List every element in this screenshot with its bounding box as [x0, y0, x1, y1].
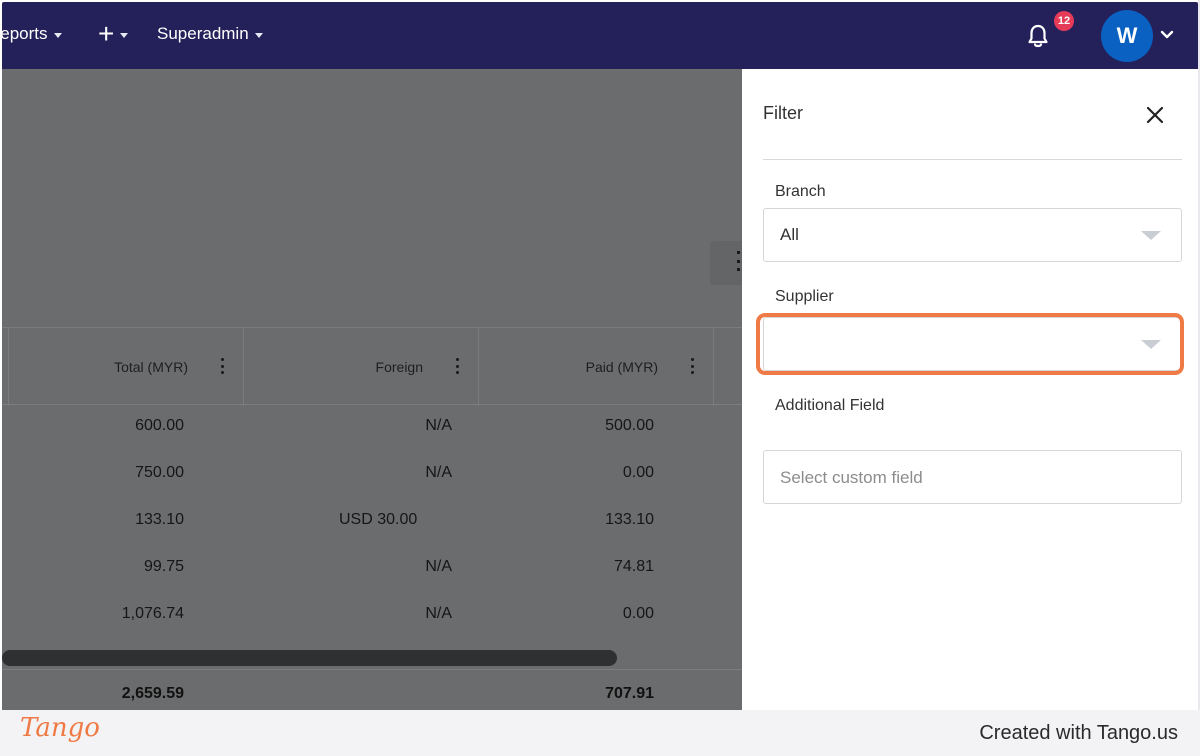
cell-total: 750.00: [135, 464, 184, 481]
top-navbar: Reports + Superadmin 12 W: [0, 2, 1198, 69]
cell-total: 1,076.74: [121, 605, 184, 622]
branch-label: Branch: [775, 183, 826, 200]
total-paid: 707.91: [605, 685, 654, 702]
nav-reports-label: Reports: [0, 24, 48, 43]
additional-field-placeholder: Select custom field: [780, 468, 923, 487]
more-vertical-icon: [737, 251, 741, 271]
created-with-text: Created with Tango.us: [979, 722, 1178, 744]
total-amount: 2,659.59: [121, 685, 184, 702]
table-header-row: Total (MYR) Foreign Paid (MYR): [2, 327, 742, 406]
cell-total: 600.00: [135, 417, 184, 434]
cell-foreign: N/A: [425, 464, 452, 481]
tango-highlight-box: [756, 313, 1184, 375]
toolbar-button-partial[interactable]: [710, 241, 742, 285]
avatar[interactable]: W: [1101, 10, 1153, 62]
plus-icon: +: [98, 18, 115, 49]
column-header-foreign-label: Foreign: [375, 359, 423, 375]
close-icon[interactable]: [1145, 105, 1165, 125]
cell-total: 133.10: [135, 511, 184, 528]
column-header-total[interactable]: Total (MYR): [8, 328, 188, 406]
cell-foreign: N/A: [425, 558, 452, 575]
chevron-down-icon[interactable]: [1160, 30, 1174, 40]
tango-logo: Tango: [20, 713, 100, 743]
notification-badge: 12: [1054, 11, 1074, 31]
column-header-foreign[interactable]: Foreign: [243, 328, 423, 406]
dropdown-arrow-icon: [1141, 231, 1161, 240]
nav-reports-menu[interactable]: Reports: [0, 24, 62, 44]
column-header-paid-label: Paid (MYR): [585, 359, 658, 375]
nav-superadmin-label: Superadmin: [157, 24, 249, 43]
column-header-total-label: Total (MYR): [114, 359, 188, 375]
cell-paid: 0.00: [622, 464, 654, 481]
bell-icon[interactable]: [1024, 22, 1052, 50]
branch-select-value: All: [780, 225, 799, 244]
nav-superadmin-menu[interactable]: Superadmin: [157, 24, 263, 44]
column-menu-icon[interactable]: [220, 358, 224, 374]
cell-paid: 74.81: [613, 558, 654, 575]
additional-field-input[interactable]: Select custom field: [763, 450, 1182, 504]
dimmed-page-content: Total (MYR) Foreign Paid (MYR) 600.00 N/…: [2, 69, 742, 710]
cell-foreign: USD 30.00: [339, 511, 418, 528]
column-menu-icon[interactable]: [690, 358, 694, 374]
supplier-label: Supplier: [775, 288, 834, 305]
nav-add-menu[interactable]: +: [98, 18, 129, 49]
cell-foreign: N/A: [425, 605, 452, 622]
additional-field-label: Additional Field: [775, 397, 885, 414]
filter-panel: Filter Branch All Supplier Additional Fi…: [742, 69, 1198, 710]
filter-title: Filter: [763, 103, 803, 123]
chevron-down-icon: [254, 32, 263, 38]
cell-paid: 500.00: [605, 417, 654, 434]
cell-paid: 0.00: [622, 605, 654, 622]
horizontal-scrollbar[interactable]: [2, 650, 617, 666]
cell-total: 99.75: [143, 558, 184, 575]
cell-foreign: N/A: [425, 417, 452, 434]
column-header-paid[interactable]: Paid (MYR): [478, 328, 658, 406]
divider: [763, 159, 1182, 160]
tango-footer: Tango Created with Tango.us: [0, 710, 1200, 756]
column-divider: [713, 328, 714, 406]
cell-paid: 133.10: [605, 511, 654, 528]
chevron-down-icon: [120, 32, 129, 38]
branch-select[interactable]: All: [763, 208, 1182, 262]
chevron-down-icon: [53, 32, 62, 38]
screen: Reports + Superadmin 12 W Total (MYR: [0, 0, 1200, 756]
column-menu-icon[interactable]: [455, 358, 459, 374]
